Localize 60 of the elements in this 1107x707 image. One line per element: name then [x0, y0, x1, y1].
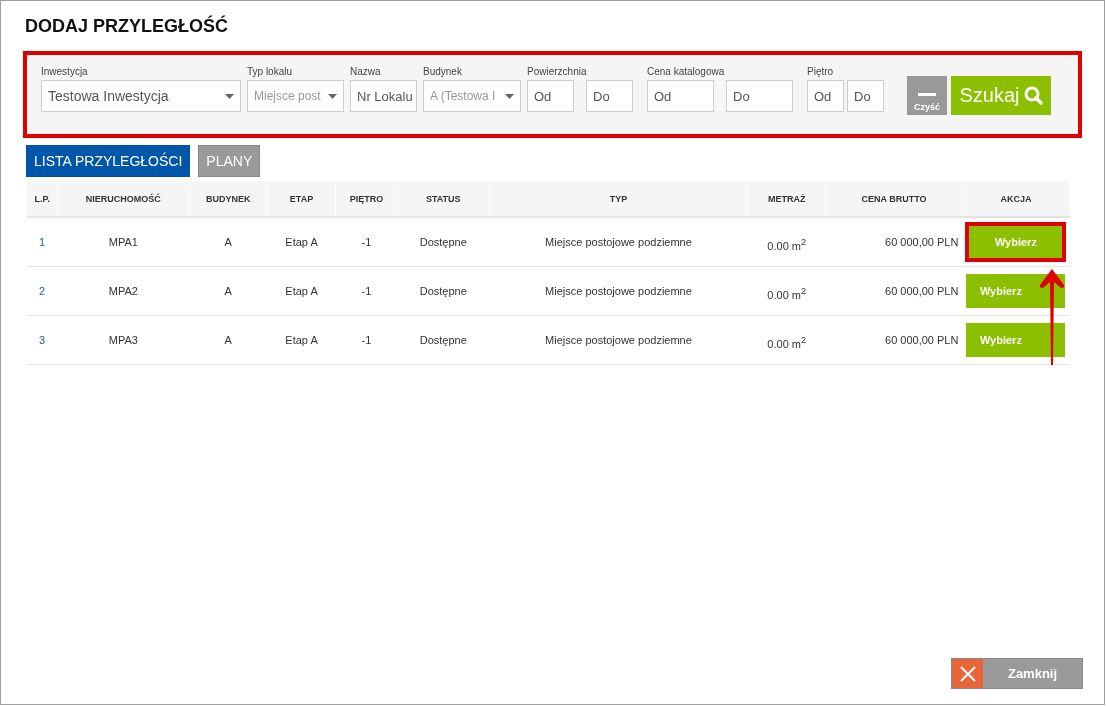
- table-cell: Miejsce postojowe podziemne: [489, 315, 748, 365]
- caret-icon: [225, 93, 234, 99]
- table-cell: Etap A: [267, 266, 336, 316]
- column-header: BUDYNEK: [188, 181, 268, 217]
- caret-icon: [328, 93, 337, 99]
- table-cell: MPA2: [57, 266, 189, 316]
- table-cell: A: [188, 315, 268, 365]
- input-field[interactable]: Do: [726, 80, 793, 112]
- field-label: Budynek: [423, 66, 463, 79]
- table-cell: Miejsce postojowe podziemne: [489, 266, 748, 316]
- column-header: NIERUCHOMOŚĆ: [57, 181, 189, 217]
- table-cell: 3: [27, 315, 58, 365]
- table-cell: MPA3: [57, 315, 189, 365]
- table-cell: Etap A: [267, 315, 336, 365]
- close-icon: [959, 665, 976, 682]
- search-icon: [1023, 86, 1043, 105]
- field-label: Typ lokalu: [247, 66, 294, 79]
- table-cell: 60 000,00 PLN: [825, 266, 963, 316]
- dialog-title: DODAJ PRZYLEGŁOŚĆ: [25, 16, 230, 38]
- table-cell: -1: [335, 266, 398, 316]
- column-header: STATUS: [397, 181, 490, 217]
- input-field[interactable]: Od: [647, 80, 714, 112]
- input-field[interactable]: Do: [847, 80, 884, 112]
- table-cell: Miejsce postojowe podziemne: [489, 217, 748, 267]
- table-cell: 1: [27, 217, 58, 267]
- table-cell: A: [188, 266, 268, 316]
- column-header: TYP: [489, 181, 748, 217]
- table-cell: Dostępne: [397, 315, 490, 365]
- field-label: Inwestycja: [41, 66, 89, 79]
- column-header: ETAP: [267, 181, 336, 217]
- field-label: Nazwa: [350, 66, 382, 79]
- caret-icon: [505, 93, 514, 99]
- select-field[interactable]: Testowa Inwestycja: [41, 80, 241, 112]
- table-cell: 0.00 m$^{2}$: [747, 217, 826, 267]
- table-cell: A: [188, 217, 268, 267]
- table-cell: 60 000,00 PLN: [825, 315, 963, 365]
- field-label: Piętro: [807, 66, 835, 79]
- table-cell: Dostępne: [397, 217, 490, 267]
- table-cell: 0.00 m$^{2}$: [747, 315, 826, 365]
- input-field[interactable]: Od: [527, 80, 574, 112]
- column-header: L.P.: [27, 181, 58, 217]
- table-cell: 60 000,00 PLN: [825, 217, 963, 267]
- table-cell: Dostępne: [397, 266, 490, 316]
- table-cell: 0.00 m$^{2}$: [747, 266, 826, 316]
- table-cell: MPA1: [57, 217, 189, 267]
- table-cell: Etap A: [267, 217, 336, 267]
- column-header: AKCJA: [962, 181, 1070, 217]
- dash-icon: [918, 93, 936, 96]
- tab[interactable]: LISTA PRZYLEGŁOŚCI: [26, 145, 191, 177]
- input-field[interactable]: Nr Lokalu: [350, 80, 417, 112]
- column-header: CENA BRUTTO: [825, 181, 963, 217]
- input-field[interactable]: Do: [586, 80, 633, 112]
- input-field[interactable]: Od: [807, 80, 844, 112]
- column-header: METRAŻ: [747, 181, 826, 217]
- field-label: Cena katalogowa: [647, 66, 726, 79]
- column-header: PIĘTRO: [335, 181, 398, 217]
- field-label: Powierzchnia: [527, 66, 588, 79]
- table-cell: -1: [335, 217, 398, 267]
- table-cell: -1: [335, 315, 398, 365]
- table-cell: 2: [27, 266, 58, 316]
